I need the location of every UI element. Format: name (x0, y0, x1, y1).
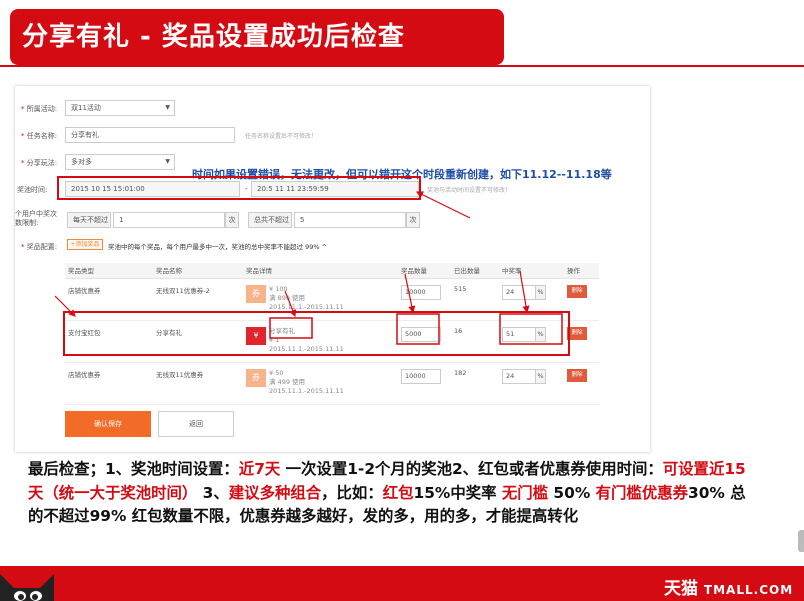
tmall-logo: 天猫 TMALL.COM (664, 579, 794, 599)
row-highlight-box (63, 311, 570, 356)
header-divider (0, 65, 804, 67)
prize-settings-screenshot: * 所属活动: 双11活动 ▼ * 任务名称: 分享有礼 任务名称设置后不可修改！… (15, 86, 650, 452)
rate-highlight-box (499, 313, 563, 345)
slide-title: 分享有礼 - 奖品设置成功后检查 (10, 9, 504, 65)
rate-arrow (519, 270, 530, 314)
annotation-overlay (54, 176, 570, 356)
summary-text: 最后检查；1、奖池时间设置：近7天 一次设置1-2个月的奖池2、红包或者优惠券使… (28, 460, 746, 525)
qty-arrow (404, 273, 416, 314)
redpacket-name-box (269, 317, 313, 339)
qty-highlight-box (396, 313, 440, 345)
scroll-edge (798, 530, 804, 552)
time-highlight-box (57, 176, 421, 200)
time-arrow (415, 191, 471, 219)
tmall-cat-icon (0, 574, 54, 601)
